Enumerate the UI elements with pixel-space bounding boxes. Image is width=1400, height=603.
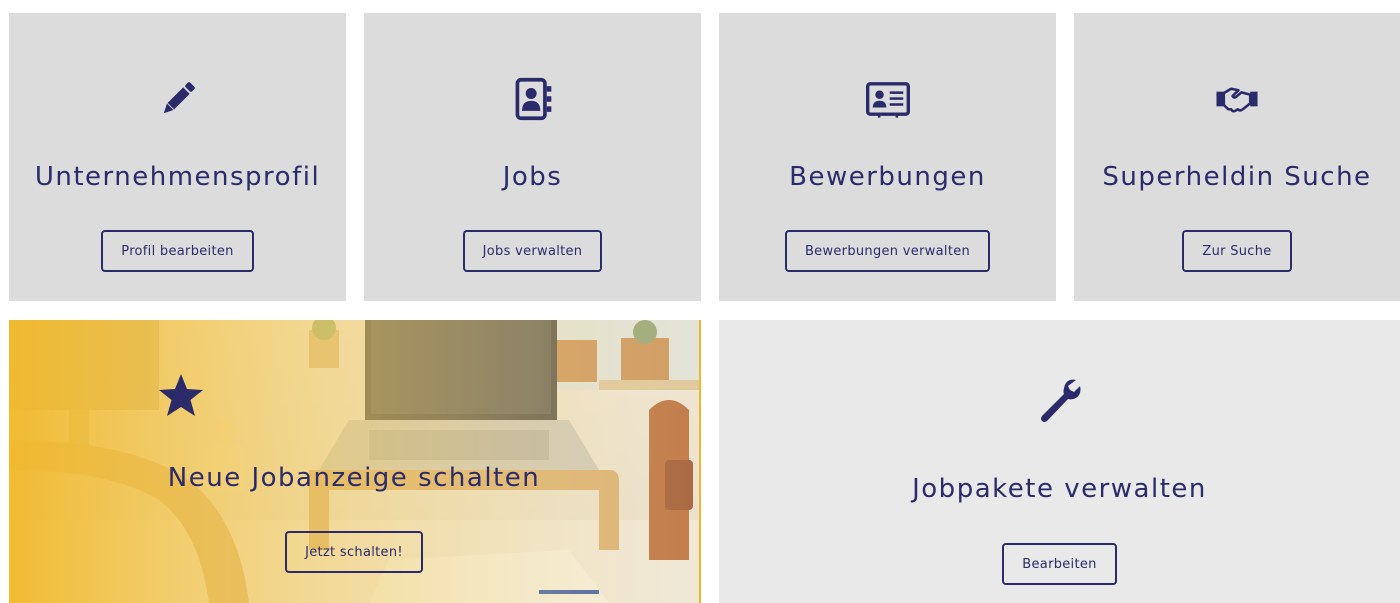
publish-now-button[interactable]: Jetzt schalten! bbox=[285, 531, 423, 573]
tile-applications: Bewerbungen Bewerbungen verwalten bbox=[719, 13, 1056, 301]
tile-title: Bewerbungen bbox=[789, 162, 986, 192]
tile-title: Jobpakete verwalten bbox=[912, 474, 1207, 504]
edit-profile-button[interactable]: Profil bearbeiten bbox=[101, 230, 254, 272]
handshake-icon bbox=[1216, 87, 1258, 113]
open-search-button[interactable]: Zur Suche bbox=[1182, 230, 1292, 272]
wrench-icon bbox=[1040, 379, 1080, 422]
manage-applications-button[interactable]: Bewerbungen verwalten bbox=[784, 230, 991, 272]
edit-packages-button[interactable]: Bearbeiten bbox=[1002, 543, 1117, 585]
tile-title: Superheldin Suche bbox=[1102, 162, 1372, 192]
tile-job-packages: Jobpakete verwalten Bearbeiten bbox=[719, 320, 1400, 603]
pencil-icon bbox=[163, 82, 195, 114]
tile-title: Neue Jobanzeige schalten bbox=[167, 463, 541, 493]
tile-superheroine-search: Superheldin Suche Zur Suche bbox=[1074, 13, 1400, 301]
star-icon bbox=[159, 374, 203, 416]
tile-title: Unternehmensprofil bbox=[34, 162, 321, 192]
contact-book-icon bbox=[515, 77, 551, 121]
manage-jobs-button[interactable]: Jobs verwalten bbox=[462, 230, 603, 272]
tile-new-job-ad: Neue Jobanzeige schalten Jetzt schalten! bbox=[9, 320, 701, 603]
tile-company-profile: Unternehmensprofil Profil bearbeiten bbox=[9, 13, 346, 301]
tile-jobs: Jobs Jobs verwalten bbox=[364, 13, 701, 301]
tile-title: Jobs bbox=[502, 162, 563, 192]
id-card-icon bbox=[865, 82, 910, 118]
